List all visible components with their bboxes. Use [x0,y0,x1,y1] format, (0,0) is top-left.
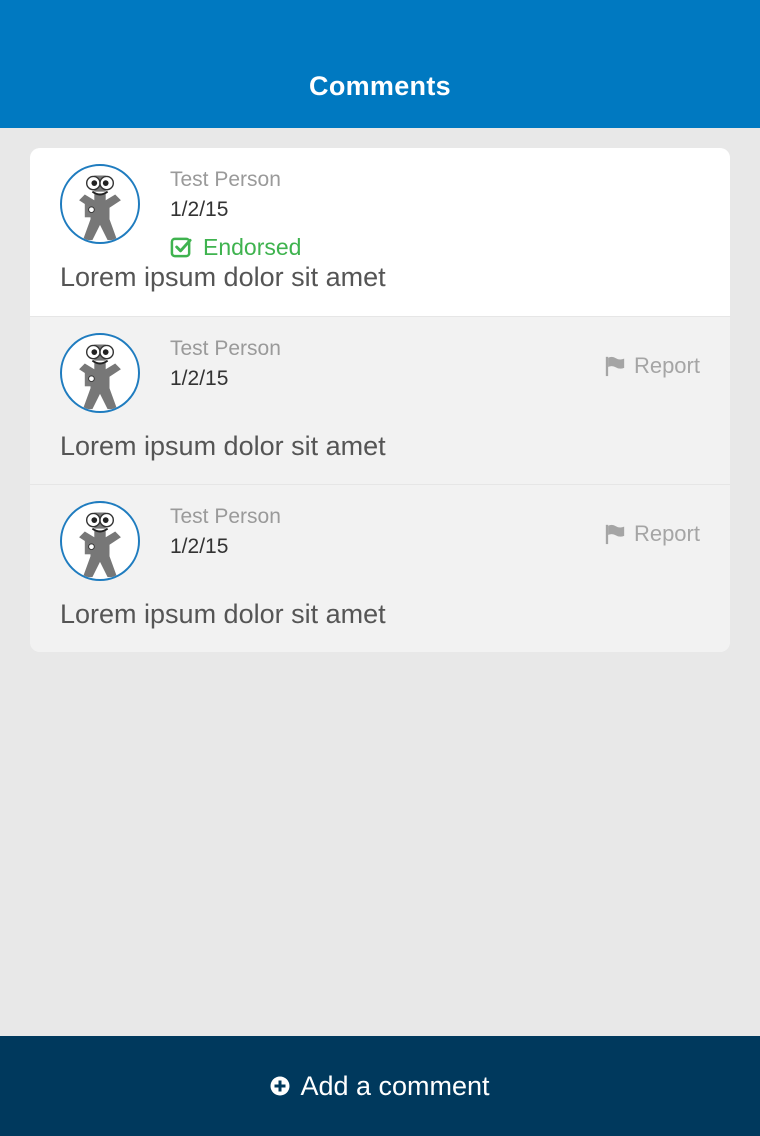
avatar[interactable] [60,164,140,244]
avatar[interactable] [60,501,140,581]
comments-list: Test Person 1/2/15 Endorsed Lorem ipsum … [30,148,730,652]
comment-author: Test Person [170,337,281,360]
checkbox-checked-icon [170,237,192,258]
app-header: Comments [0,0,760,128]
page-title: Comments [309,70,451,101]
endorsed-badge: Endorsed [170,234,301,261]
report-label: Report [633,521,700,546]
comment-text: Lorem ipsum dolor sit amet [60,431,386,461]
report-button[interactable]: Report [604,353,700,379]
add-comment-label: Add a comment [300,1070,490,1101]
report-button[interactable]: Report [604,521,700,547]
comment-author: Test Person [170,505,281,528]
flag-icon [605,524,625,545]
comment-date: 1/2/15 [170,535,229,558]
avatar[interactable] [60,333,140,413]
plus-circle-icon [270,1076,290,1096]
report-label: Report [633,353,700,378]
comment-date: 1/2/15 [170,367,229,390]
comment-date: 1/2/15 [170,198,229,221]
robot-avatar-icon [79,175,121,241]
robot-avatar-icon [79,512,121,578]
comment-text: Lorem ipsum dolor sit amet [60,599,386,629]
comment-text: Lorem ipsum dolor sit amet [60,262,386,292]
add-comment-button[interactable]: Add a comment [0,1036,760,1136]
comment-author: Test Person [170,168,281,191]
robot-avatar-icon [79,344,121,410]
endorsed-label: Endorsed [203,234,302,260]
comment-item: Test Person 1/2/15 Endorsed Lorem ipsum … [30,148,730,316]
comment-item: Test Person 1/2/15 Report Lorem ipsum do… [30,316,730,484]
flag-icon [605,356,625,377]
comment-item: Test Person 1/2/15 Report Lorem ipsum do… [30,484,730,652]
